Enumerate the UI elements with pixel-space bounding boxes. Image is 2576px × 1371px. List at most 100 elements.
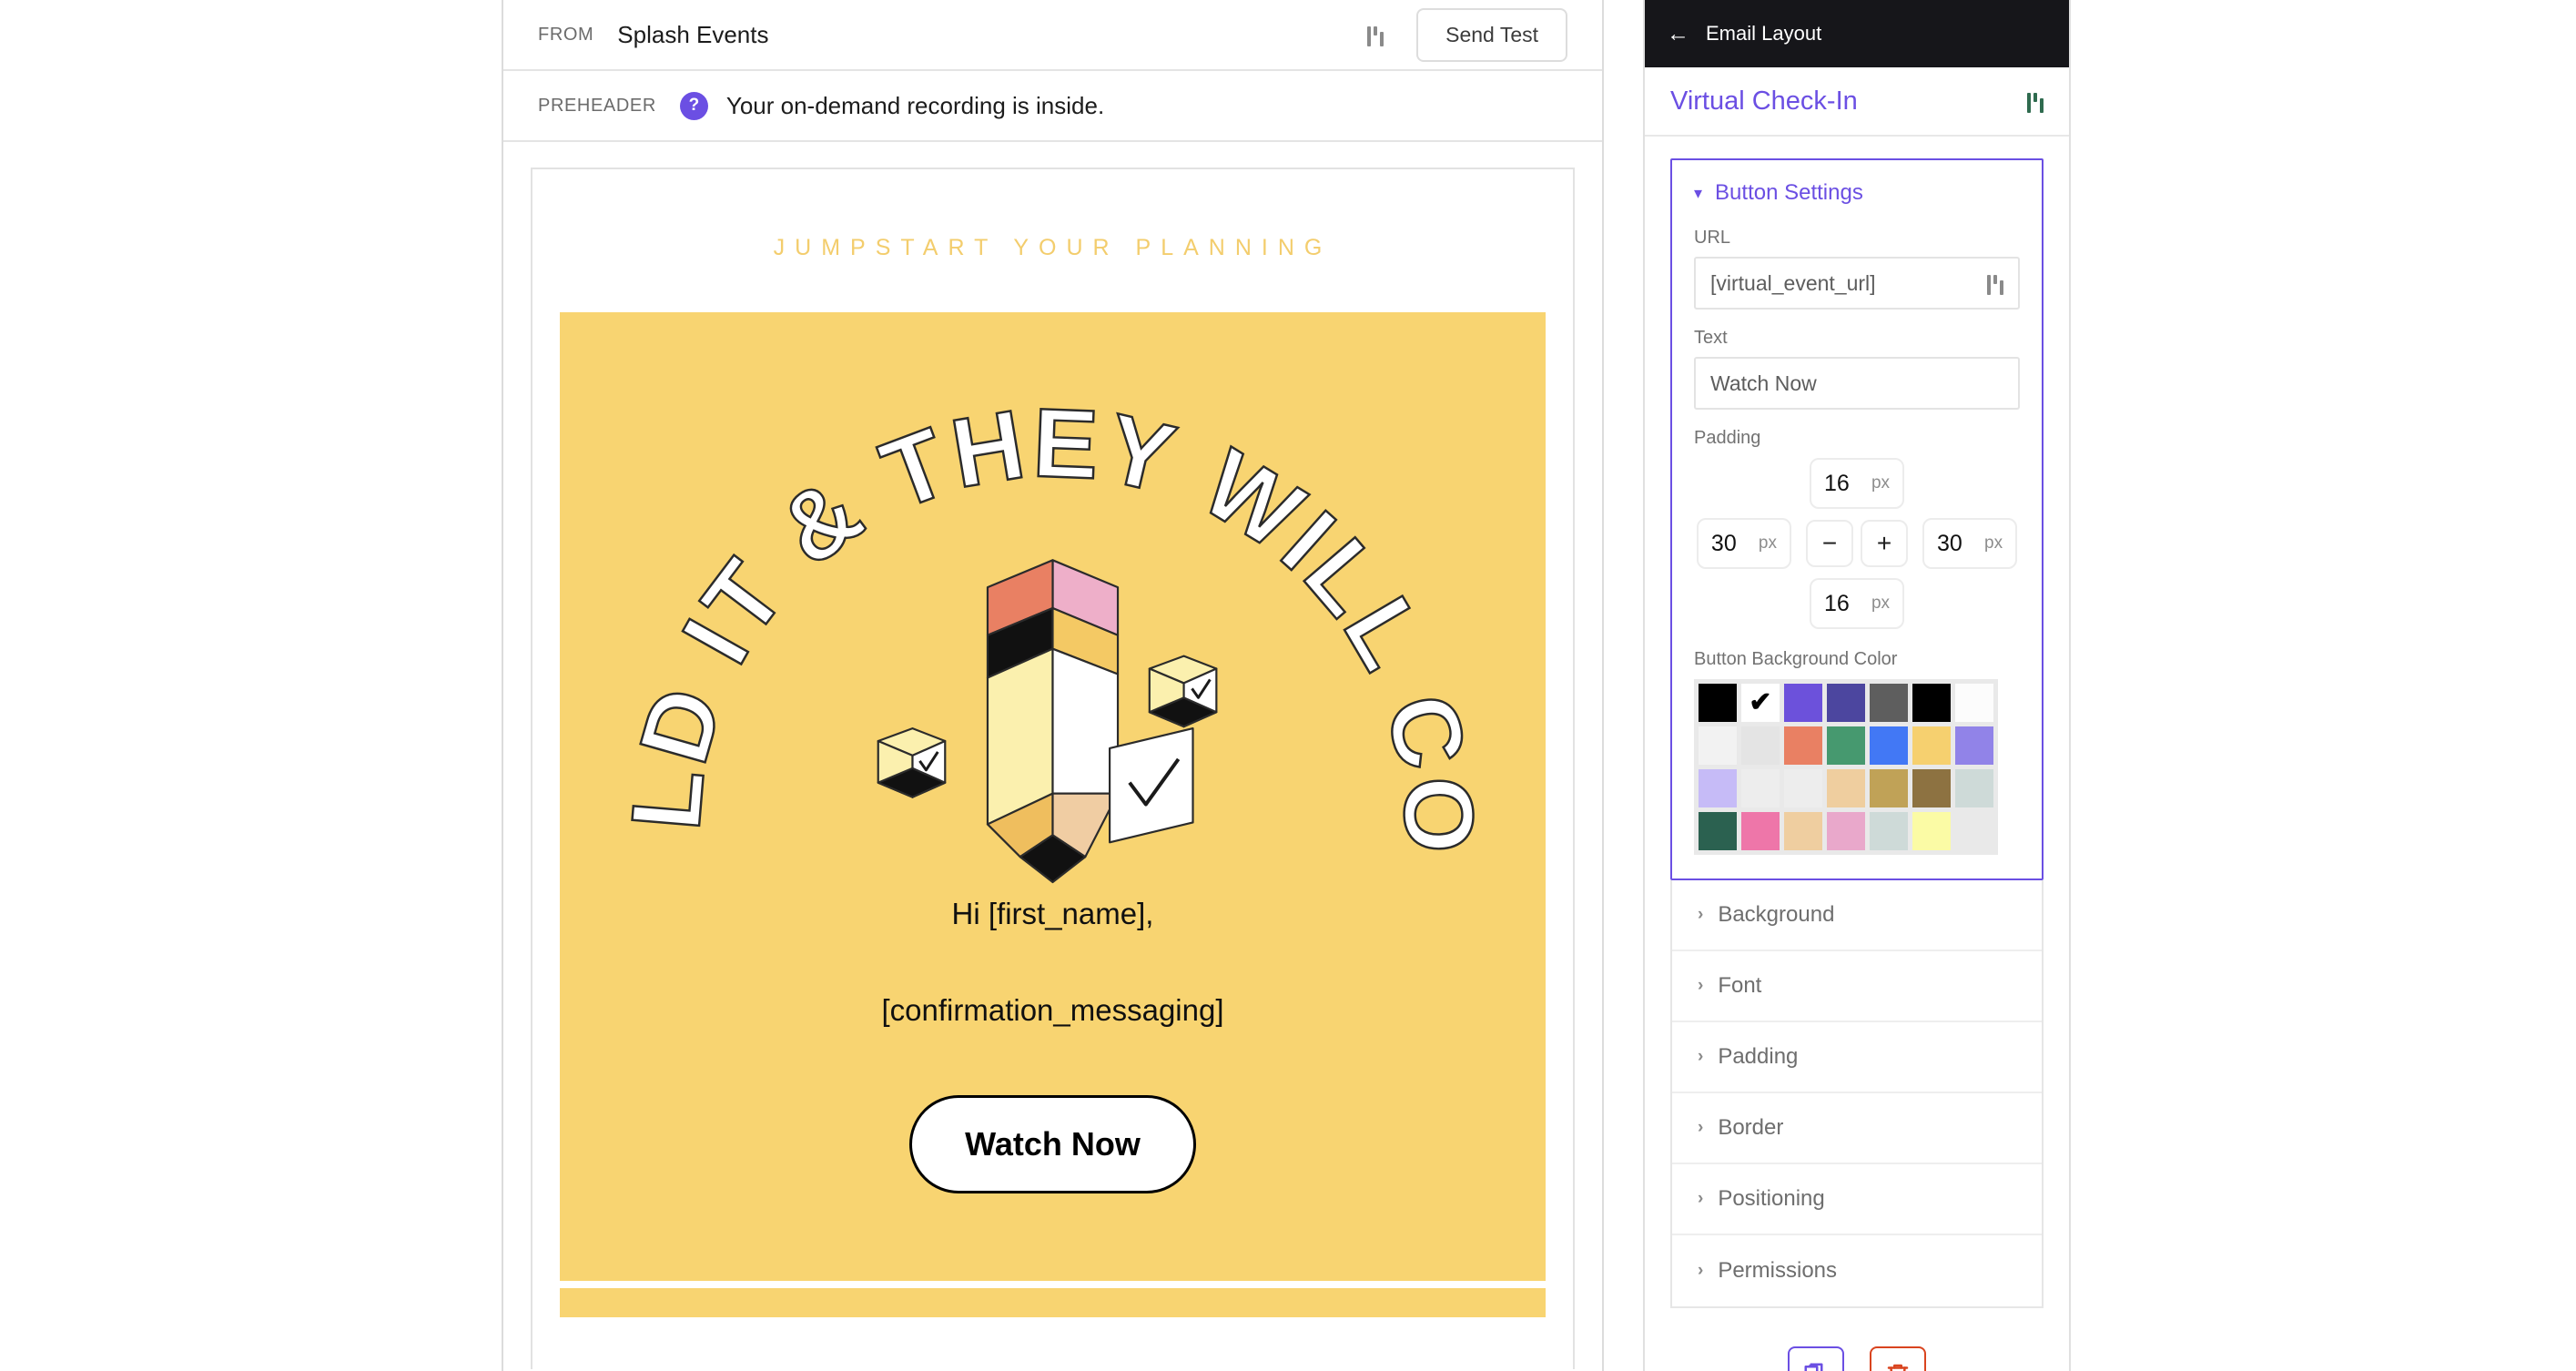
personalization-icon[interactable] bbox=[1367, 23, 1384, 46]
section-label: Background bbox=[1718, 902, 1834, 928]
padding-right-unit: px bbox=[1984, 533, 2003, 553]
email-eyebrow: JUMPSTART YOUR PLANNING bbox=[532, 169, 1573, 312]
color-swatch[interactable] bbox=[1955, 769, 1993, 807]
color-swatch[interactable] bbox=[1784, 769, 1822, 807]
email-cta-wrap: Watch Now bbox=[560, 1028, 1546, 1281]
settings-sections-accordion: ›Background›Font›Padding›Border›Position… bbox=[1670, 880, 2044, 1308]
color-swatch[interactable] bbox=[1912, 726, 1951, 765]
panel-title-row: Virtual Check-In bbox=[1645, 67, 2069, 137]
from-label: FROM bbox=[538, 25, 593, 46]
layout-title[interactable]: Virtual Check-In bbox=[1670, 86, 1858, 117]
watch-now-button[interactable]: Watch Now bbox=[909, 1095, 1196, 1193]
padding-right-stepper[interactable]: px bbox=[1922, 518, 2017, 569]
back-arrow-icon[interactable]: ← bbox=[1667, 23, 1689, 46]
section-label: Permissions bbox=[1718, 1258, 1837, 1284]
color-swatch[interactable] bbox=[1912, 812, 1951, 850]
color-swatch[interactable] bbox=[1699, 812, 1737, 850]
padding-decrease-button[interactable]: − bbox=[1806, 520, 1853, 567]
text-field[interactable] bbox=[1694, 357, 2020, 410]
color-swatch[interactable] bbox=[1870, 726, 1908, 765]
chevron-right-icon: › bbox=[1698, 1261, 1703, 1281]
padding-stepper-buttons: − + bbox=[1806, 520, 1908, 567]
section-padding[interactable]: › Padding bbox=[1672, 1022, 2042, 1093]
duplicate-icon bbox=[1802, 1361, 1830, 1371]
email-body-line: [confirmation_messaging] bbox=[560, 993, 1546, 1028]
padding-right-input[interactable] bbox=[1937, 531, 1973, 557]
color-swatch[interactable] bbox=[1699, 684, 1737, 722]
color-swatch[interactable] bbox=[1955, 726, 1993, 765]
help-icon[interactable]: ? bbox=[680, 92, 708, 120]
padding-left-unit: px bbox=[1759, 533, 1777, 553]
personalization-icon[interactable] bbox=[2027, 89, 2044, 113]
color-swatch[interactable] bbox=[1784, 726, 1822, 765]
check-icon: ✔ bbox=[1749, 689, 1771, 716]
padding-left-input[interactable] bbox=[1711, 531, 1748, 557]
section-label: Positioning bbox=[1718, 1186, 1824, 1212]
delete-button[interactable] bbox=[1870, 1346, 1926, 1371]
color-swatch[interactable] bbox=[1912, 684, 1951, 722]
chevron-right-icon: › bbox=[1698, 1047, 1703, 1067]
padding-bottom-stepper[interactable]: px bbox=[1810, 578, 1904, 629]
color-swatch[interactable] bbox=[1955, 684, 1993, 722]
color-swatch-empty bbox=[1955, 812, 1993, 850]
padding-middle-row: px − + px bbox=[1697, 518, 2017, 569]
checkbox-card bbox=[1110, 728, 1192, 842]
url-label: URL bbox=[1694, 228, 2020, 249]
color-swatch[interactable] bbox=[1870, 684, 1908, 722]
color-swatch[interactable] bbox=[1912, 769, 1951, 807]
color-swatch[interactable] bbox=[1870, 812, 1908, 850]
email-greeting: Hi [first_name], bbox=[560, 897, 1546, 931]
color-swatch[interactable] bbox=[1699, 769, 1737, 807]
color-swatch[interactable] bbox=[1827, 684, 1865, 722]
button-background-color-label: Button Background Color bbox=[1694, 649, 2020, 670]
color-swatch[interactable]: ✔ bbox=[1741, 684, 1780, 722]
padding-increase-button[interactable]: + bbox=[1861, 520, 1908, 567]
color-swatch-grid: ✔ bbox=[1694, 679, 1998, 855]
from-value[interactable]: Splash Events bbox=[617, 21, 768, 49]
color-swatch[interactable] bbox=[1827, 726, 1865, 765]
color-swatch[interactable] bbox=[1827, 812, 1865, 850]
color-swatch[interactable] bbox=[1699, 726, 1737, 765]
section-positioning[interactable]: › Positioning bbox=[1672, 1164, 2042, 1235]
padding-controls: px px − + px bbox=[1694, 458, 2020, 629]
text-input[interactable] bbox=[1710, 371, 2003, 396]
checkbox-cube-right bbox=[1150, 656, 1217, 726]
email-hero: BUILD IT & THEY WILL COME bbox=[560, 312, 1546, 1281]
personalization-icon[interactable] bbox=[1987, 271, 2003, 295]
color-swatch[interactable] bbox=[1741, 812, 1780, 850]
pencil-illustration bbox=[878, 560, 1217, 882]
arched-headline-illustration: BUILD IT & THEY WILL COME bbox=[560, 321, 1546, 886]
padding-top-input[interactable] bbox=[1824, 471, 1861, 497]
color-swatch[interactable] bbox=[1870, 769, 1908, 807]
color-swatch[interactable] bbox=[1784, 684, 1822, 722]
padding-bottom-input[interactable] bbox=[1824, 591, 1861, 617]
url-field[interactable] bbox=[1694, 257, 2020, 310]
section-background[interactable]: ›Background bbox=[1672, 880, 2042, 951]
color-swatch[interactable] bbox=[1741, 769, 1780, 807]
settings-panel: ← Email Layout Virtual Check-In ▾ Button… bbox=[1643, 0, 2071, 1371]
email-body-text: Hi [first_name], [confirmation_messaging… bbox=[560, 886, 1546, 1028]
chevron-down-icon: ▾ bbox=[1694, 185, 1702, 201]
section-border[interactable]: ›Border bbox=[1672, 1093, 2042, 1164]
section-label: Padding bbox=[1718, 1044, 1798, 1070]
section-font[interactable]: ›Font bbox=[1672, 951, 2042, 1022]
padding-top-stepper[interactable]: px bbox=[1810, 458, 1904, 509]
color-swatch[interactable] bbox=[1784, 812, 1822, 850]
chevron-right-icon: › bbox=[1698, 1189, 1703, 1209]
preheader-label: PREHEADER bbox=[538, 96, 656, 117]
send-test-button[interactable]: Send Test bbox=[1416, 8, 1567, 62]
panel-topbar-title: Email Layout bbox=[1706, 22, 1821, 46]
duplicate-button[interactable] bbox=[1788, 1346, 1844, 1371]
trash-icon bbox=[1884, 1361, 1912, 1371]
color-swatch[interactable] bbox=[1827, 769, 1865, 807]
email-editor: FROM Splash Events Send Test PREHEADER ?… bbox=[502, 0, 1604, 1371]
button-settings-title: Button Settings bbox=[1715, 180, 1863, 206]
color-swatch[interactable] bbox=[1741, 726, 1780, 765]
email-canvas: JUMPSTART YOUR PLANNING BUILD IT & THEY … bbox=[503, 142, 1602, 1369]
section-permissions[interactable]: › Permissions bbox=[1672, 1235, 2042, 1306]
padding-left-stepper[interactable]: px bbox=[1697, 518, 1791, 569]
preheader-value[interactable]: Your on-demand recording is inside. bbox=[726, 92, 1104, 120]
url-input[interactable] bbox=[1710, 271, 1987, 296]
button-settings-header[interactable]: ▾ Button Settings bbox=[1694, 180, 2020, 206]
section-label: Font bbox=[1718, 973, 1761, 999]
